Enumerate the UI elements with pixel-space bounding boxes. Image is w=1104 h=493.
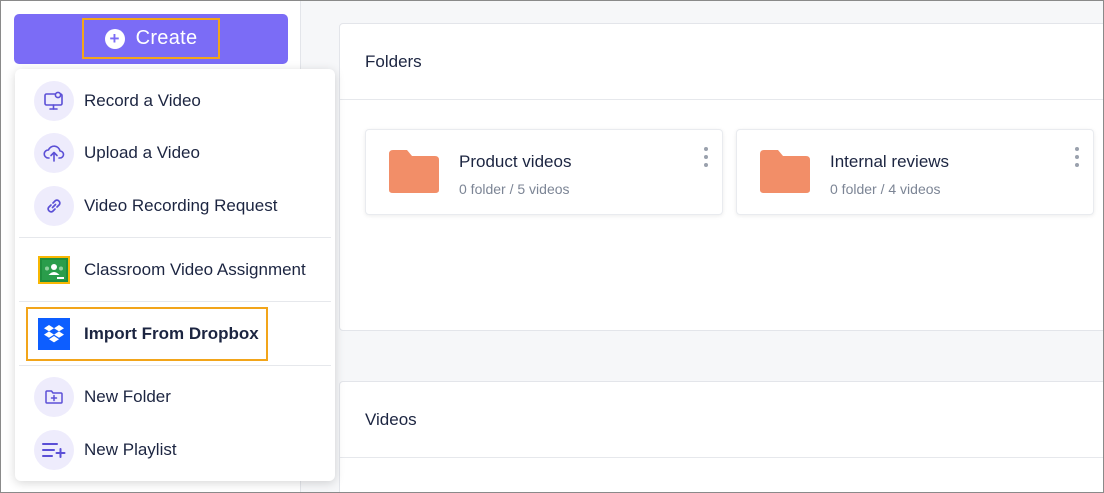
create-button-label: Create bbox=[135, 27, 198, 49]
more-options-icon[interactable] bbox=[1073, 147, 1081, 167]
link-icon bbox=[34, 186, 74, 226]
create-dropdown-menu: Record a Video Upload a Video Video Reco… bbox=[15, 69, 335, 481]
more-options-icon[interactable] bbox=[702, 147, 710, 167]
menu-item-label: Import From Dropbox bbox=[84, 324, 259, 343]
folder-icon bbox=[389, 150, 439, 193]
menu-item-label: Video Recording Request bbox=[84, 196, 278, 215]
menu-item-classroom-video-assignment[interactable]: Classroom Video Assignment bbox=[15, 244, 335, 296]
menu-item-label: Record a Video bbox=[84, 91, 201, 110]
folder-meta: 0 folder / 4 videos bbox=[830, 181, 941, 197]
folder-icon bbox=[760, 150, 810, 193]
menu-item-record-video[interactable]: Record a Video bbox=[15, 75, 335, 127]
menu-divider bbox=[19, 301, 331, 302]
menu-item-new-playlist[interactable]: New Playlist bbox=[15, 424, 335, 476]
folders-divider bbox=[340, 99, 1103, 100]
folder-name: Product videos bbox=[459, 152, 572, 171]
menu-divider bbox=[19, 237, 331, 238]
videos-divider bbox=[340, 457, 1103, 458]
menu-item-label: Classroom Video Assignment bbox=[84, 260, 306, 279]
menu-item-new-folder[interactable]: New Folder bbox=[15, 371, 335, 423]
cloud-upload-icon bbox=[34, 133, 74, 173]
google-classroom-icon bbox=[38, 254, 70, 286]
plus-icon: + bbox=[104, 28, 125, 49]
folder-plus-icon bbox=[34, 377, 74, 417]
menu-divider bbox=[19, 365, 331, 366]
menu-item-label: New Playlist bbox=[84, 440, 177, 459]
create-button-bar[interactable]: + Create bbox=[14, 14, 288, 64]
videos-panel: Videos bbox=[339, 381, 1103, 492]
menu-item-label: New Folder bbox=[84, 387, 171, 406]
folders-title: Folders bbox=[365, 52, 422, 71]
menu-item-label: Upload a Video bbox=[84, 143, 200, 162]
folder-card-internal-reviews[interactable]: Internal reviews 0 folder / 4 videos bbox=[736, 129, 1094, 215]
create-button[interactable]: + Create bbox=[82, 18, 220, 59]
menu-item-import-dropbox[interactable]: Import From Dropbox bbox=[15, 308, 335, 360]
folder-meta: 0 folder / 5 videos bbox=[459, 181, 570, 197]
menu-item-upload-video[interactable]: Upload a Video bbox=[15, 127, 335, 179]
folder-name: Internal reviews bbox=[830, 152, 950, 171]
app-frame: + Create Folders Product videos 0 folder… bbox=[0, 0, 1104, 493]
playlist-add-icon bbox=[34, 430, 74, 470]
monitor-record-icon bbox=[34, 81, 74, 121]
menu-item-video-recording-request[interactable]: Video Recording Request bbox=[15, 180, 335, 232]
dropbox-icon bbox=[38, 318, 70, 350]
videos-title: Videos bbox=[365, 410, 417, 429]
folder-card-product-videos[interactable]: Product videos 0 folder / 5 videos bbox=[365, 129, 723, 215]
